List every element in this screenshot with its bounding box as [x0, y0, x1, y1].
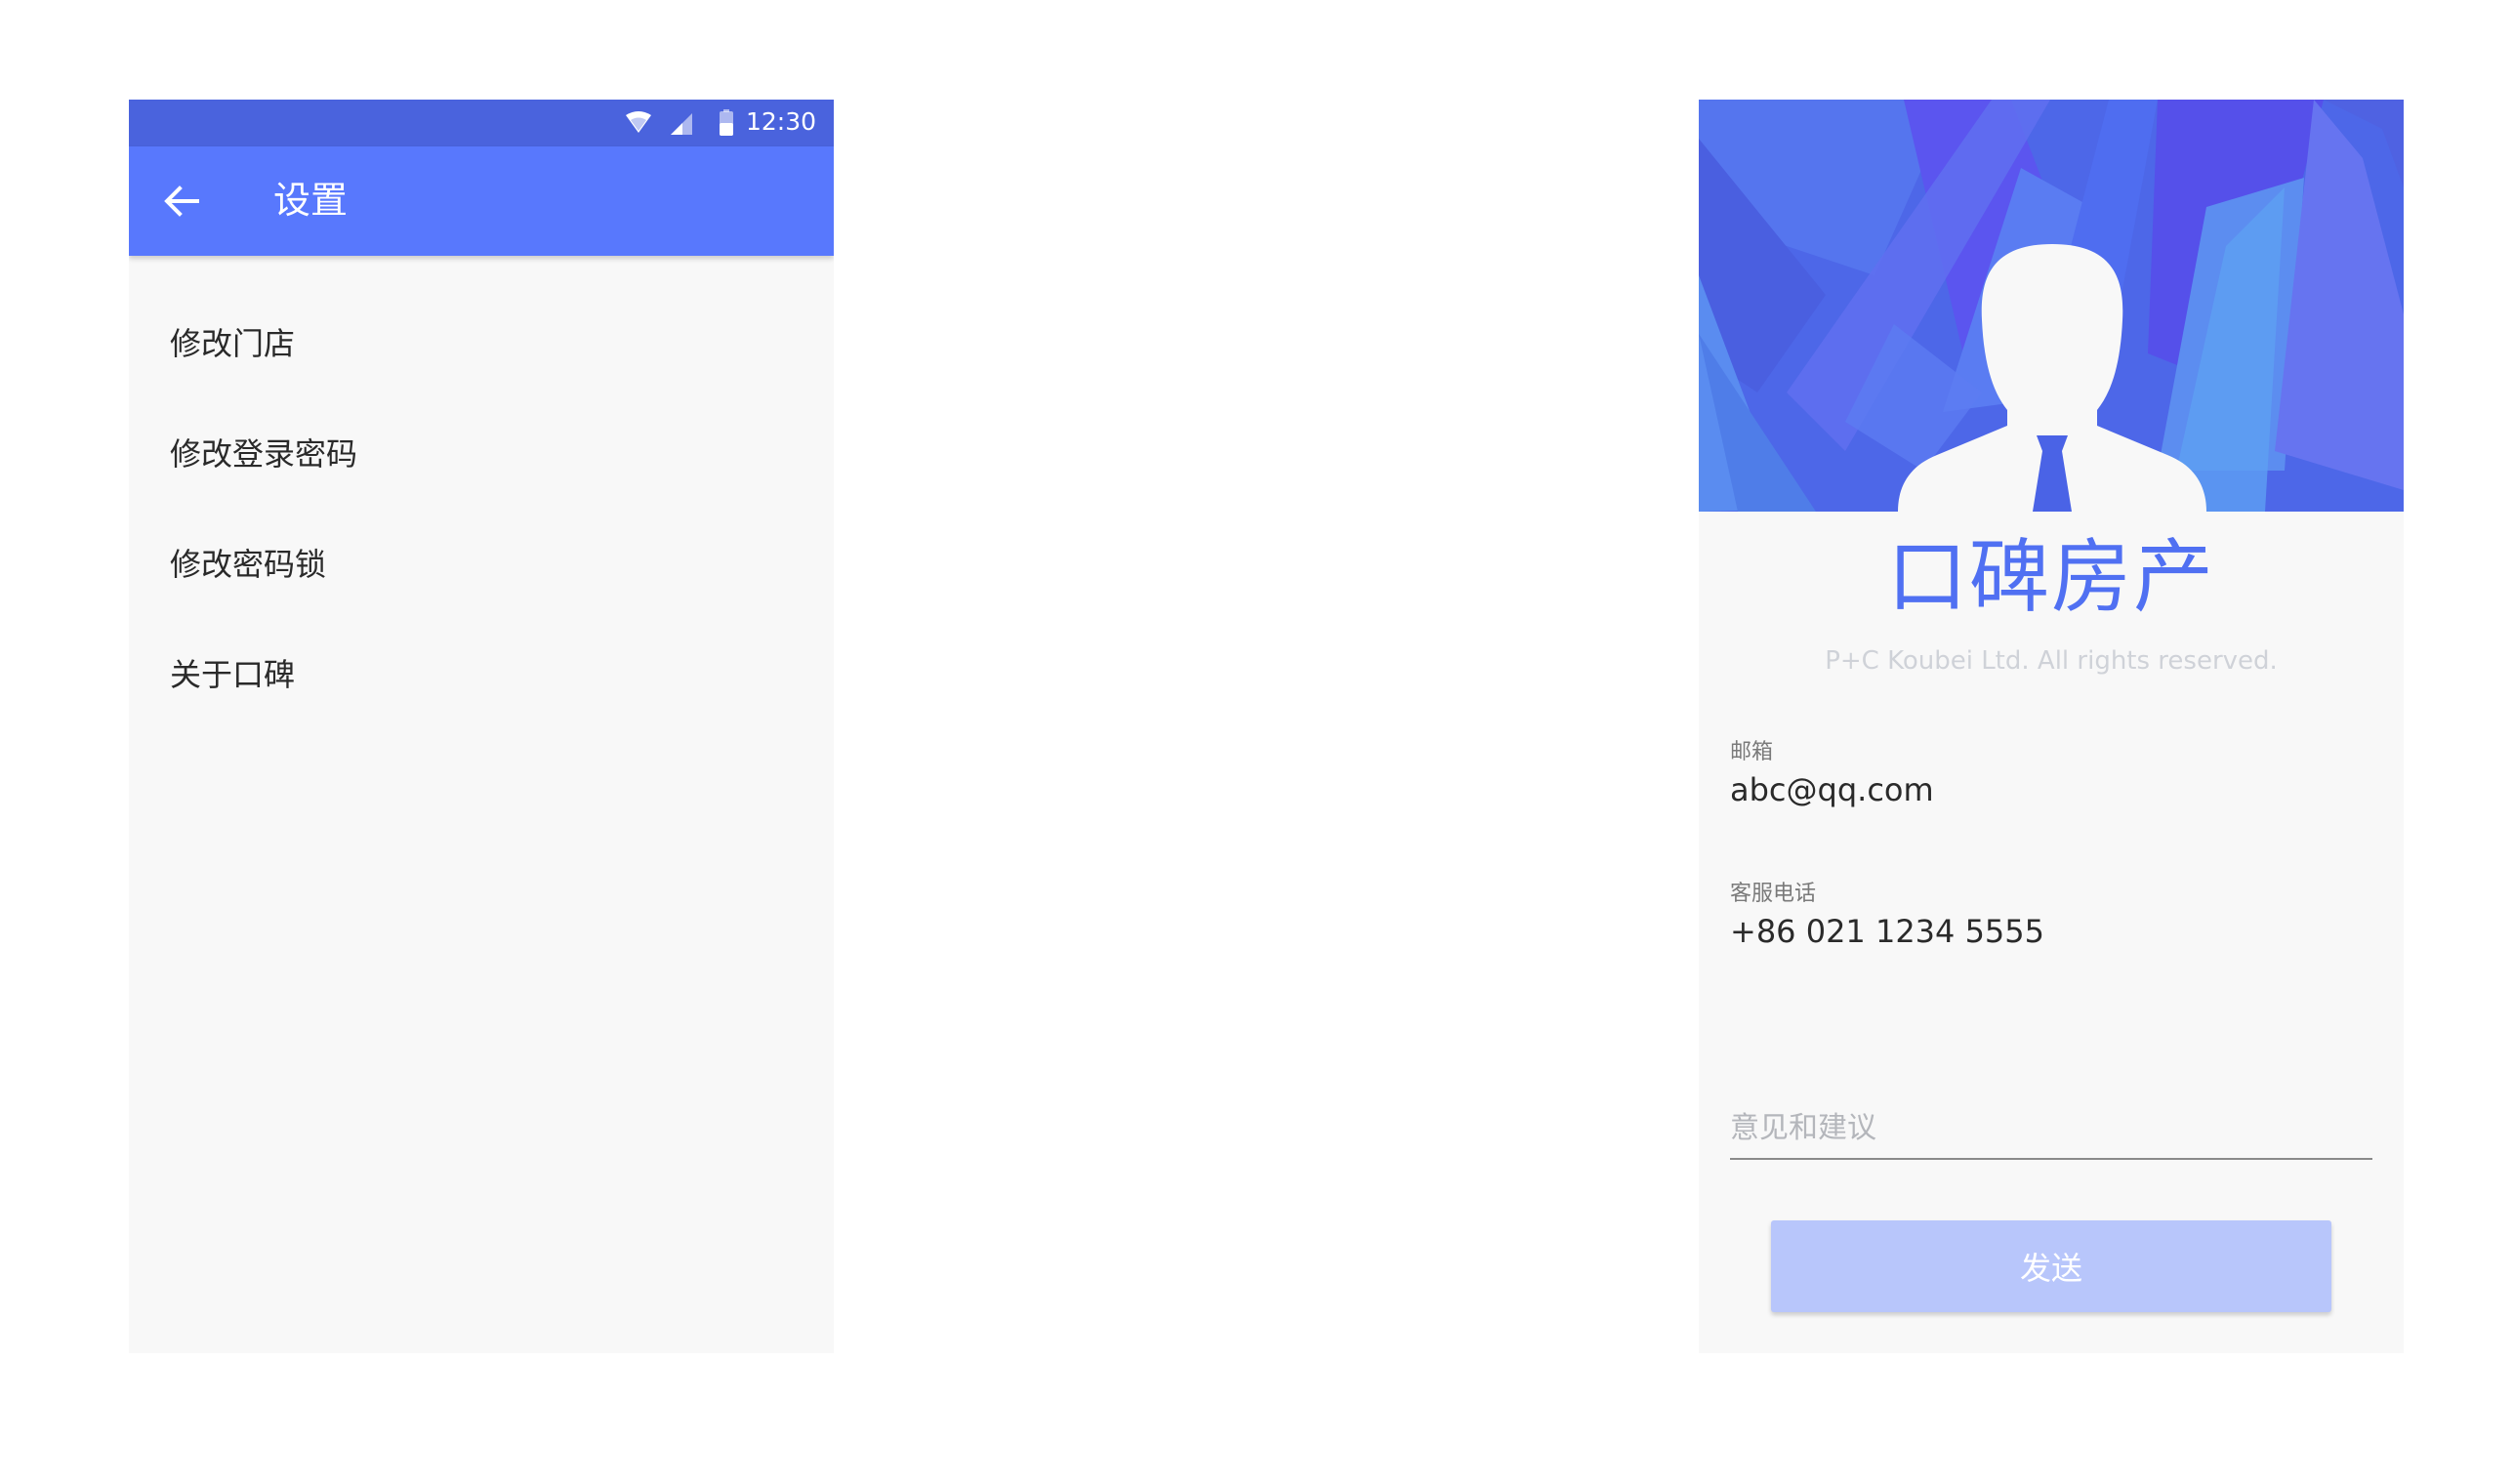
status-time: 12:30 — [745, 107, 816, 136]
user-silhouette-icon — [1898, 244, 2206, 512]
menu-item-label: 修改门店 — [170, 325, 296, 362]
menu-item-change-store[interactable]: 修改门店 — [129, 320, 834, 431]
menu-item-label: 关于口碑 — [170, 656, 296, 693]
email-value[interactable]: abc@qq.com — [1730, 771, 1934, 808]
settings-menu-list: 修改门店 修改登录密码 修改密码锁 关于口碑 — [129, 320, 834, 762]
arrow-left-icon[interactable] — [162, 184, 201, 219]
copyright-text: P+C Koubei Ltd. All rights reserved. — [1825, 646, 2278, 676]
menu-item-label: 修改密码锁 — [170, 546, 327, 583]
menu-item-label: 修改登录密码 — [170, 435, 358, 473]
menu-item-about[interactable]: 关于口碑 — [129, 651, 834, 762]
status-bar: 12:30 — [129, 100, 834, 146]
about-screen: 口碑房产 P+C Koubei Ltd. All rights reserved… — [1699, 100, 2404, 1353]
send-button[interactable]: 发送 — [1771, 1220, 2331, 1312]
feedback-input[interactable] — [1730, 1097, 2372, 1158]
phone-value[interactable]: +86 021 1234 5555 — [1730, 913, 2044, 950]
settings-screen: 12:30 设置 修改门店 修改登录密码 修改密码锁 关于口碑 — [129, 100, 834, 1353]
feedback-field — [1730, 1097, 2372, 1160]
phone-label: 客服电话 — [1730, 882, 1817, 906]
email-label: 邮箱 — [1730, 740, 1774, 764]
app-bar: 设置 — [129, 146, 834, 256]
battery-icon — [720, 109, 733, 136]
page-title: 设置 — [273, 179, 349, 222]
signal-icon — [671, 113, 692, 135]
brand-name: 口碑房产 — [1886, 531, 2215, 624]
menu-item-change-passcode-lock[interactable]: 修改密码锁 — [129, 541, 834, 651]
wifi-icon — [626, 111, 651, 133]
hero-banner — [1699, 100, 2404, 512]
menu-item-change-login-password[interactable]: 修改登录密码 — [129, 431, 834, 541]
